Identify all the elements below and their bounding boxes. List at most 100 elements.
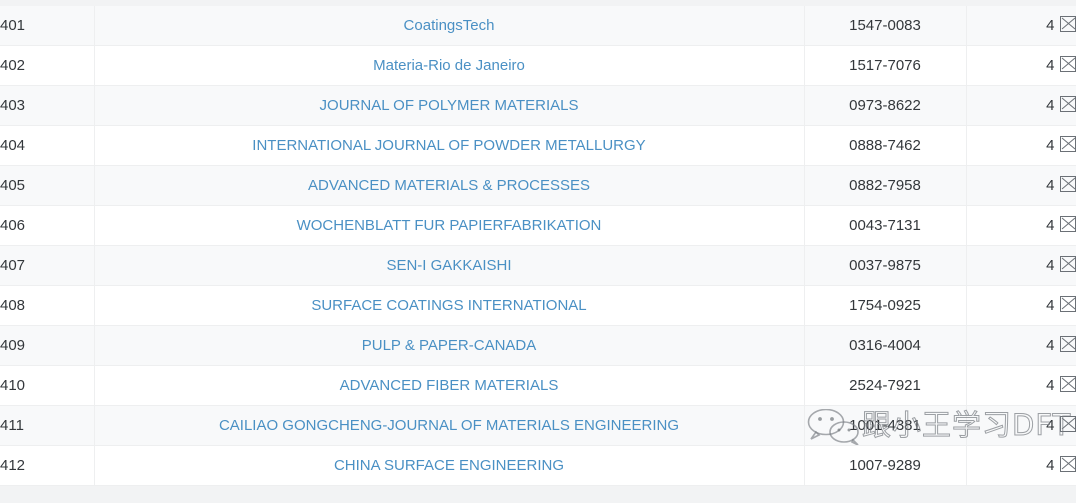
issn-cell: 2524-7921 (804, 365, 967, 406)
rank-cell: 406 (0, 205, 95, 246)
rank-cell: 402 (0, 45, 95, 86)
count-value: 4 (1046, 377, 1055, 394)
issn-cell: 1517-7076 (804, 45, 967, 86)
journal-name-link[interactable]: CHINA SURFACE ENGINEERING (334, 457, 564, 474)
broken-image-icon[interactable] (1059, 56, 1075, 72)
table-row: 404 INTERNATIONAL JOURNAL OF POWDER METAL… (0, 125, 1076, 166)
rank-cell: 408 (0, 285, 95, 326)
count-cell: 4 (966, 45, 1076, 86)
broken-image-icon[interactable] (1059, 136, 1075, 152)
table-row: 402 Materia-Rio de Janeiro 1517-7076 4 (0, 45, 1076, 86)
table-row: 407 SEN-I GAKKAISHI 0037-9875 4 (0, 245, 1076, 286)
journal-name-cell: PULP & PAPER-CANADA (94, 325, 805, 366)
journal-name-cell: ADVANCED FIBER MATERIALS (94, 365, 805, 406)
table-row: 410 ADVANCED FIBER MATERIALS 2524-7921 4 (0, 365, 1076, 406)
journal-name-cell: ADVANCED MATERIALS & PROCESSES (94, 165, 805, 206)
issn-cell: 1547-0083 (804, 6, 967, 46)
page-root: 401 CoatingsTech 1547-0083 4 402 Materia-Rio … (0, 0, 1076, 503)
count-value: 4 (1046, 217, 1055, 234)
count-cell: 4 (966, 205, 1076, 246)
journal-name-link[interactable]: CAILIAO GONGCHENG-JOURNAL OF MATERIALS E… (219, 417, 679, 434)
count-value: 4 (1046, 457, 1055, 474)
count-cell: 4 (966, 365, 1076, 406)
count-value: 4 (1046, 337, 1055, 354)
journal-table-container: 401 CoatingsTech 1547-0083 4 402 Materia-Rio … (0, 6, 1076, 486)
broken-image-icon[interactable] (1059, 216, 1075, 232)
issn-cell: 0043-7131 (804, 205, 967, 246)
journal-name-link[interactable]: SEN-I GAKKAISHI (386, 257, 511, 274)
count-cell: 4 (966, 245, 1076, 286)
count-cell: 4 (966, 125, 1076, 166)
journal-table: 401 CoatingsTech 1547-0083 4 402 Materia-Rio … (0, 6, 1076, 486)
journal-table-body: 401 CoatingsTech 1547-0083 4 402 Materia-Rio … (0, 6, 1076, 486)
broken-image-icon[interactable] (1059, 336, 1075, 352)
rank-cell: 403 (0, 85, 95, 126)
table-row: 401 CoatingsTech 1547-0083 4 (0, 6, 1076, 46)
journal-name-cell: CAILIAO GONGCHENG-JOURNAL OF MATERIALS E… (94, 405, 805, 446)
rank-cell: 405 (0, 165, 95, 206)
journal-name-link[interactable]: JOURNAL OF POLYMER MATERIALS (320, 97, 579, 114)
journal-name-cell: CoatingsTech (94, 6, 805, 46)
count-cell: 4 (966, 165, 1076, 206)
count-cell: 4 (966, 445, 1076, 486)
journal-name-link[interactable]: WOCHENBLATT FUR PAPIERFABRIKATION (297, 217, 602, 234)
journal-name-cell: SEN-I GAKKAISHI (94, 245, 805, 286)
broken-image-icon[interactable] (1059, 16, 1075, 32)
count-value: 4 (1046, 57, 1055, 74)
count-value: 4 (1046, 177, 1055, 194)
rank-cell: 407 (0, 245, 95, 286)
table-row: 409 PULP & PAPER-CANADA 0316-4004 4 (0, 325, 1076, 366)
issn-cell: 0037-9875 (804, 245, 967, 286)
table-row: 405 ADVANCED MATERIALS & PROCESSES 0882-79… (0, 165, 1076, 206)
issn-cell: 1754-0925 (804, 285, 967, 326)
journal-name-link[interactable]: ADVANCED MATERIALS & PROCESSES (308, 177, 590, 194)
table-row: 408 SURFACE COATINGS INTERNATIONAL 1754-09… (0, 285, 1076, 326)
broken-image-icon[interactable] (1059, 256, 1075, 272)
rank-cell: 409 (0, 325, 95, 366)
rank-cell: 412 (0, 445, 95, 486)
count-cell: 4 (966, 325, 1076, 366)
issn-cell: 0888-7462 (804, 125, 967, 166)
count-value: 4 (1046, 257, 1055, 274)
broken-image-icon[interactable] (1059, 176, 1075, 192)
count-cell: 4 (966, 6, 1076, 46)
table-row: 411 CAILIAO GONGCHENG-JOURNAL OF MATERIAL… (0, 405, 1076, 446)
journal-name-cell: JOURNAL OF POLYMER MATERIALS (94, 85, 805, 126)
issn-cell: 0316-4004 (804, 325, 967, 366)
issn-cell: 1007-9289 (804, 445, 967, 486)
journal-name-link[interactable]: CoatingsTech (404, 17, 495, 34)
table-row: 406 WOCHENBLATT FUR PAPIERFABRIKATION 0043… (0, 205, 1076, 246)
journal-name-link[interactable]: Materia-Rio de Janeiro (373, 57, 525, 74)
rank-cell: 404 (0, 125, 95, 166)
broken-image-icon[interactable] (1059, 296, 1075, 312)
journal-name-link[interactable]: SURFACE COATINGS INTERNATIONAL (311, 297, 586, 314)
table-row: 412 CHINA SURFACE ENGINEERING 1007-9289 4 (0, 445, 1076, 486)
journal-name-cell: SURFACE COATINGS INTERNATIONAL (94, 285, 805, 326)
count-cell: 4 (966, 285, 1076, 326)
rank-cell: 411 (0, 405, 95, 446)
journal-name-link[interactable]: ADVANCED FIBER MATERIALS (340, 377, 559, 394)
issn-cell: 0882-7958 (804, 165, 967, 206)
count-value: 4 (1046, 417, 1055, 434)
issn-cell: 1001-4381 (804, 405, 967, 446)
broken-image-icon[interactable] (1059, 376, 1075, 392)
table-row: 403 JOURNAL OF POLYMER MATERIALS 0973-8622… (0, 85, 1076, 126)
rank-cell: 401 (0, 6, 95, 46)
broken-image-icon[interactable] (1059, 96, 1075, 112)
journal-name-cell: CHINA SURFACE ENGINEERING (94, 445, 805, 486)
journal-name-link[interactable]: PULP & PAPER-CANADA (362, 337, 537, 354)
count-value: 4 (1046, 297, 1055, 314)
issn-cell: 0973-8622 (804, 85, 967, 126)
rank-cell: 410 (0, 365, 95, 406)
count-value: 4 (1046, 17, 1055, 34)
journal-name-cell: INTERNATIONAL JOURNAL OF POWDER METALLUR… (94, 125, 805, 166)
journal-name-link[interactable]: INTERNATIONAL JOURNAL OF POWDER METALLUR… (252, 137, 645, 154)
journal-name-cell: Materia-Rio de Janeiro (94, 45, 805, 86)
broken-image-icon[interactable] (1059, 456, 1075, 472)
journal-name-cell: WOCHENBLATT FUR PAPIERFABRIKATION (94, 205, 805, 246)
count-cell: 4 (966, 405, 1076, 446)
broken-image-icon[interactable] (1059, 416, 1075, 432)
count-value: 4 (1046, 97, 1055, 114)
count-cell: 4 (966, 85, 1076, 126)
count-value: 4 (1046, 137, 1055, 154)
